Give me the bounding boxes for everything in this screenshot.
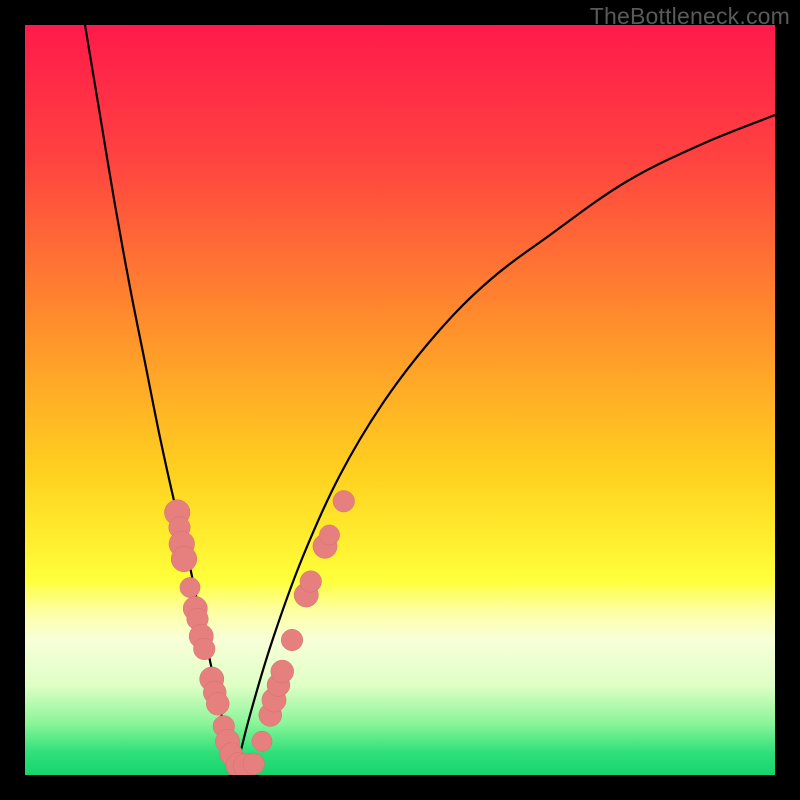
data-point [243,753,265,775]
data-point [171,546,197,572]
curve-layer [25,25,775,775]
data-point [194,638,216,660]
data-point [206,692,229,715]
data-point [252,731,272,751]
right-branch-curve [235,115,775,775]
data-point [333,491,355,513]
chart-frame: TheBottleneck.com [0,0,800,800]
watermark-text: TheBottleneck.com [590,3,790,30]
data-markers [164,491,354,776]
left-branch-curve [85,25,235,775]
data-point [271,660,294,683]
data-point [300,571,322,593]
data-point [180,577,200,597]
data-point [281,629,303,651]
data-point [319,525,339,545]
plot-area [25,25,775,775]
